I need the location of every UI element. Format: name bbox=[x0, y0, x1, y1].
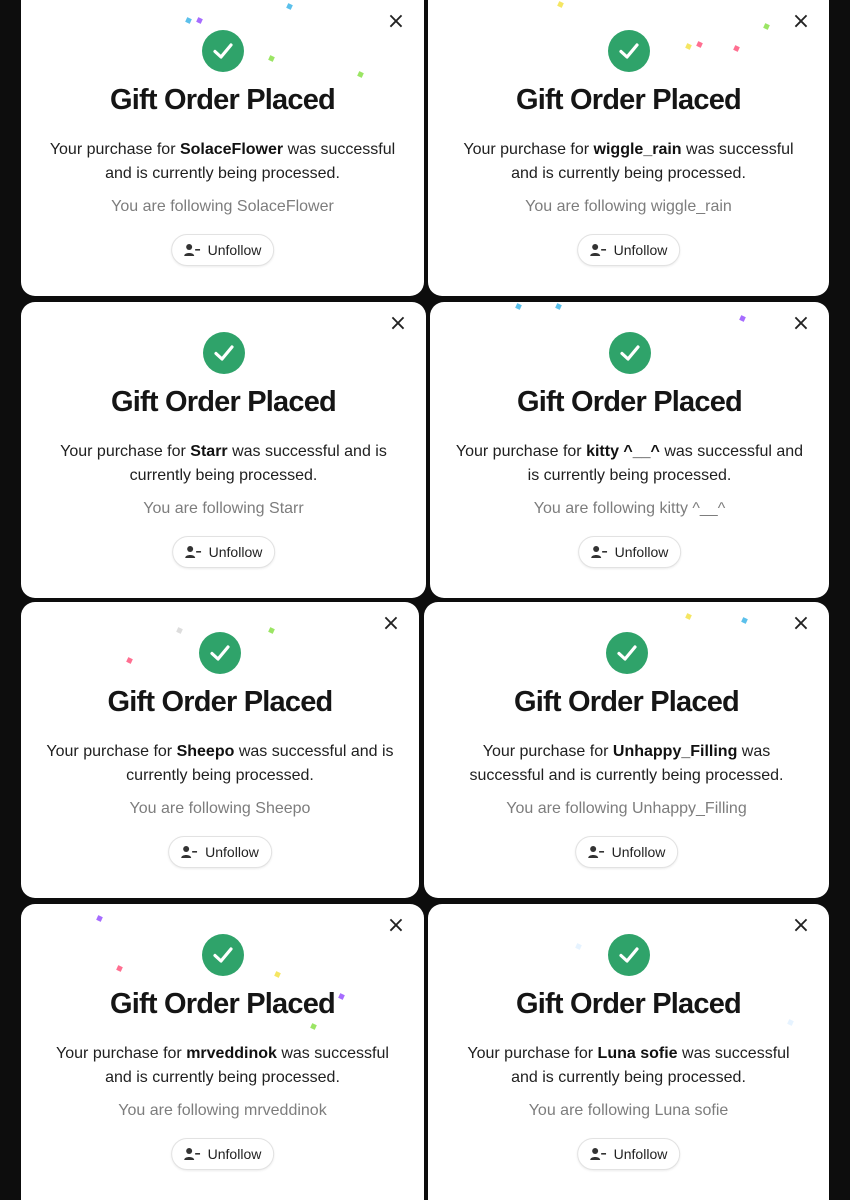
check-circle-icon bbox=[201, 934, 244, 976]
dialog-title: Gift Order Placed bbox=[516, 84, 742, 116]
confetti bbox=[685, 613, 692, 620]
confetti bbox=[268, 627, 275, 634]
gift-order-card: × Gift Order Placed Your purchase for St… bbox=[21, 302, 426, 598]
unfollow-button[interactable]: Unfollow bbox=[576, 234, 681, 266]
unfollow-button[interactable]: Unfollow bbox=[168, 836, 272, 868]
unfollow-button[interactable]: Unfollow bbox=[170, 234, 275, 266]
check-circle-icon bbox=[199, 632, 241, 674]
confetti bbox=[268, 55, 275, 62]
check-circle-icon bbox=[605, 632, 648, 674]
confetti bbox=[185, 17, 192, 24]
dialog-title: Gift Order Placed bbox=[110, 84, 336, 116]
check-circle-icon bbox=[201, 30, 244, 72]
check-circle-icon bbox=[608, 332, 651, 374]
gift-order-card: × Gift Order Placed Your purchase for ki… bbox=[430, 302, 829, 598]
dialog-title: Gift Order Placed bbox=[107, 686, 334, 718]
following-status: You are following mrveddinok bbox=[118, 1102, 327, 1119]
unfollow-button[interactable]: Unfollow bbox=[171, 536, 276, 568]
confetti bbox=[126, 657, 133, 664]
unfollow-button[interactable]: Unfollow bbox=[577, 536, 682, 568]
confetti bbox=[310, 1023, 317, 1030]
confetti bbox=[557, 1, 564, 8]
confetti bbox=[685, 43, 692, 50]
close-icon[interactable]: × bbox=[381, 613, 401, 635]
check-circle-icon bbox=[202, 332, 245, 374]
following-status: You are following Starr bbox=[143, 500, 304, 517]
confetti bbox=[741, 617, 748, 624]
purchase-message: Your purchase for kitty ^__^ was success… bbox=[455, 443, 804, 484]
purchase-message: Your purchase for Starr was successful a… bbox=[60, 443, 387, 484]
confetti bbox=[176, 627, 183, 634]
confetti bbox=[274, 971, 281, 978]
confetti bbox=[515, 303, 522, 310]
gift-order-card: × Gift Order Placed Your purchase for Lu… bbox=[428, 904, 829, 1200]
purchase-message: Your purchase for SolaceFlower was succe… bbox=[49, 141, 396, 182]
following-status: You are following Sheepo bbox=[129, 800, 311, 817]
following-status: You are following kitty ^__^ bbox=[533, 500, 726, 517]
user-minus-icon bbox=[587, 846, 604, 858]
gift-order-card: × Gift Order Placed Your purchase for So… bbox=[21, 0, 424, 296]
confetti bbox=[196, 17, 203, 24]
confetti bbox=[763, 23, 770, 30]
recipient-name: Unhappy_Filling bbox=[612, 743, 738, 760]
confetti bbox=[696, 41, 703, 48]
purchase-message: Your purchase for wiggle_rain was succes… bbox=[463, 141, 794, 182]
gift-order-card: × Gift Order Placed Your purchase for Sh… bbox=[21, 602, 419, 898]
recipient-name: Starr bbox=[190, 443, 228, 460]
confetti bbox=[96, 915, 103, 922]
confetti bbox=[286, 3, 293, 10]
purchase-message: Your purchase for Unhappy_Filling was su… bbox=[469, 743, 784, 784]
unfollow-button[interactable]: Unfollow bbox=[170, 1138, 275, 1170]
purchase-message: Your purchase for Luna sofie was success… bbox=[467, 1045, 790, 1086]
user-minus-icon bbox=[589, 1148, 606, 1160]
recipient-name: kitty ^__^ bbox=[586, 443, 660, 460]
recipient-name: Sheepo bbox=[176, 743, 235, 760]
purchase-message: Your purchase for Sheepo was successful … bbox=[46, 743, 394, 784]
confetti bbox=[575, 943, 582, 950]
user-minus-icon bbox=[181, 846, 198, 858]
close-icon[interactable]: × bbox=[791, 11, 811, 33]
confetti bbox=[733, 45, 740, 52]
close-icon[interactable]: × bbox=[791, 613, 811, 635]
dialog-title: Gift Order Placed bbox=[517, 386, 743, 418]
user-minus-icon bbox=[183, 1148, 200, 1160]
unfollow-button[interactable]: Unfollow bbox=[574, 836, 679, 868]
purchase-message: Your purchase for mrveddinok was success… bbox=[56, 1045, 389, 1086]
gift-order-card: × Gift Order Placed Your purchase for Un… bbox=[424, 602, 829, 898]
unfollow-button[interactable]: Unfollow bbox=[576, 1138, 681, 1170]
close-icon[interactable]: × bbox=[791, 915, 811, 937]
user-minus-icon bbox=[590, 546, 607, 558]
check-circle-icon bbox=[607, 30, 650, 72]
close-icon[interactable]: × bbox=[791, 313, 811, 335]
close-icon[interactable]: × bbox=[388, 313, 408, 335]
following-status: You are following Unhappy_Filling bbox=[506, 800, 747, 817]
confetti bbox=[739, 315, 746, 322]
user-minus-icon bbox=[589, 244, 606, 256]
dialog-title: Gift Order Placed bbox=[514, 686, 740, 718]
close-icon[interactable]: × bbox=[386, 915, 406, 937]
check-circle-icon bbox=[607, 934, 650, 976]
recipient-name: wiggle_rain bbox=[593, 141, 682, 158]
confetti bbox=[787, 1019, 794, 1026]
following-status: You are following wiggle_rain bbox=[525, 198, 732, 215]
dialog-title: Gift Order Placed bbox=[516, 988, 742, 1020]
confetti bbox=[555, 303, 562, 310]
recipient-name: SolaceFlower bbox=[179, 141, 284, 158]
following-status: You are following SolaceFlower bbox=[111, 198, 334, 215]
confetti bbox=[116, 965, 123, 972]
gift-order-card: × Gift Order Placed Your purchase for wi… bbox=[428, 0, 829, 296]
user-minus-icon bbox=[184, 546, 201, 558]
following-status: You are following Luna sofie bbox=[528, 1102, 729, 1119]
gift-order-card: × Gift Order Placed Your purchase for mr… bbox=[21, 904, 424, 1200]
recipient-name: mrveddinok bbox=[186, 1045, 277, 1062]
recipient-name: Luna sofie bbox=[597, 1045, 678, 1062]
close-icon[interactable]: × bbox=[386, 11, 406, 33]
confetti bbox=[357, 71, 364, 78]
dialog-title: Gift Order Placed bbox=[111, 386, 337, 418]
user-minus-icon bbox=[183, 244, 200, 256]
dialog-title: Gift Order Placed bbox=[110, 988, 336, 1020]
